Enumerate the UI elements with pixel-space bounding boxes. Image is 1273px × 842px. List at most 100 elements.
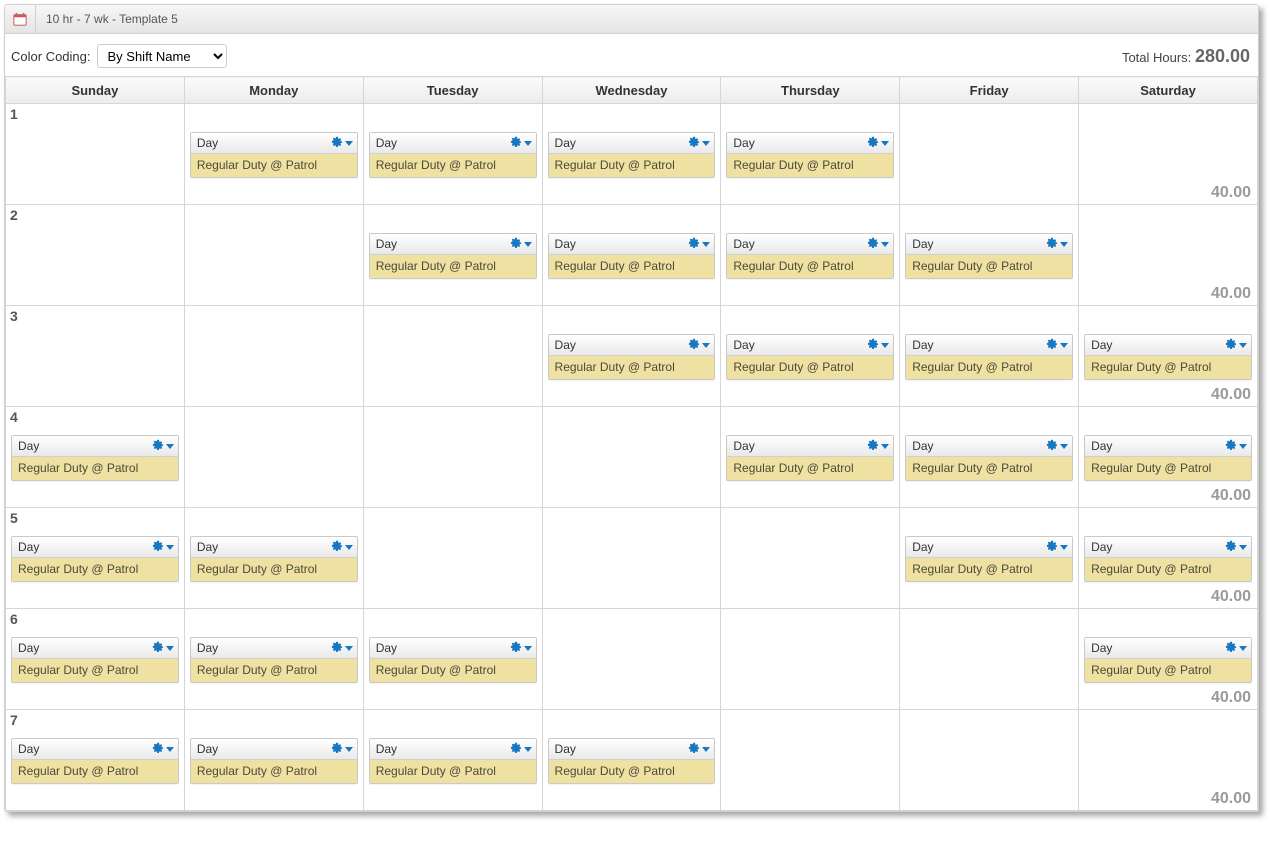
day-cell[interactable] <box>900 609 1079 710</box>
shift-menu-button[interactable] <box>331 742 353 757</box>
day-cell[interactable]: 5DayRegular Duty @ Patrol <box>6 508 185 609</box>
day-cell[interactable] <box>184 407 363 508</box>
color-coding-select[interactable]: By Shift Name <box>97 44 227 68</box>
day-cell[interactable] <box>542 508 721 609</box>
shift-card[interactable]: DayRegular Duty @ Patrol <box>726 435 894 481</box>
day-cell[interactable]: DayRegular Duty @ Patrol <box>721 104 900 205</box>
shift-card[interactable]: DayRegular Duty @ Patrol <box>369 637 537 683</box>
shift-card[interactable]: DayRegular Duty @ Patrol <box>905 536 1073 582</box>
day-cell[interactable]: 3 <box>6 306 185 407</box>
shift-menu-button[interactable] <box>1225 439 1247 454</box>
day-cell[interactable]: DayRegular Duty @ Patrol <box>184 710 363 811</box>
shift-card[interactable]: DayRegular Duty @ Patrol <box>190 536 358 582</box>
shift-card[interactable]: DayRegular Duty @ Patrol <box>548 233 716 279</box>
shift-card[interactable]: DayRegular Duty @ Patrol <box>11 637 179 683</box>
shift-card[interactable]: DayRegular Duty @ Patrol <box>905 233 1073 279</box>
day-cell[interactable]: DayRegular Duty @ Patrol <box>363 205 542 306</box>
shift-menu-button[interactable] <box>867 237 889 252</box>
shift-menu-button[interactable] <box>1046 237 1068 252</box>
shift-card[interactable]: DayRegular Duty @ Patrol <box>905 435 1073 481</box>
day-cell[interactable]: DayRegular Duty @ Patrol40.00 <box>1079 609 1258 710</box>
day-cell[interactable]: DayRegular Duty @ Patrol <box>184 104 363 205</box>
day-cell[interactable]: 7DayRegular Duty @ Patrol <box>6 710 185 811</box>
day-cell[interactable]: DayRegular Duty @ Patrol <box>721 205 900 306</box>
shift-menu-button[interactable] <box>152 641 174 656</box>
day-cell[interactable]: 1 <box>6 104 185 205</box>
shift-card[interactable]: DayRegular Duty @ Patrol <box>1084 536 1252 582</box>
shift-card[interactable]: DayRegular Duty @ Patrol <box>548 738 716 784</box>
day-cell[interactable] <box>184 306 363 407</box>
day-cell[interactable]: DayRegular Duty @ Patrol <box>363 104 542 205</box>
day-cell[interactable]: 40.00 <box>1079 104 1258 205</box>
shift-card[interactable]: DayRegular Duty @ Patrol <box>1084 334 1252 380</box>
day-cell[interactable] <box>900 710 1079 811</box>
shift-card[interactable]: DayRegular Duty @ Patrol <box>11 435 179 481</box>
shift-card[interactable]: DayRegular Duty @ Patrol <box>905 334 1073 380</box>
shift-menu-button[interactable] <box>331 641 353 656</box>
day-cell[interactable]: DayRegular Duty @ Patrol <box>900 205 1079 306</box>
day-cell[interactable]: DayRegular Duty @ Patrol <box>542 710 721 811</box>
shift-card[interactable]: DayRegular Duty @ Patrol <box>1084 435 1252 481</box>
day-cell[interactable]: DayRegular Duty @ Patrol <box>542 205 721 306</box>
day-cell[interactable] <box>721 609 900 710</box>
day-cell[interactable] <box>721 508 900 609</box>
shift-card[interactable]: DayRegular Duty @ Patrol <box>1084 637 1252 683</box>
shift-menu-button[interactable] <box>510 641 532 656</box>
shift-card[interactable]: DayRegular Duty @ Patrol <box>548 334 716 380</box>
day-cell[interactable]: DayRegular Duty @ Patrol <box>900 306 1079 407</box>
shift-card[interactable]: DayRegular Duty @ Patrol <box>726 132 894 178</box>
shift-menu-button[interactable] <box>1225 641 1247 656</box>
day-cell[interactable]: DayRegular Duty @ Patrol <box>363 710 542 811</box>
day-cell[interactable]: 4DayRegular Duty @ Patrol <box>6 407 185 508</box>
day-cell[interactable]: DayRegular Duty @ Patrol <box>542 104 721 205</box>
day-cell[interactable]: DayRegular Duty @ Patrol <box>721 306 900 407</box>
shift-menu-button[interactable] <box>1046 439 1068 454</box>
day-cell[interactable]: DayRegular Duty @ Patrol <box>363 609 542 710</box>
shift-menu-button[interactable] <box>510 742 532 757</box>
day-cell[interactable]: 2 <box>6 205 185 306</box>
shift-card[interactable]: DayRegular Duty @ Patrol <box>726 233 894 279</box>
shift-menu-button[interactable] <box>1225 540 1247 555</box>
shift-menu-button[interactable] <box>152 540 174 555</box>
day-cell[interactable] <box>721 710 900 811</box>
shift-card[interactable]: DayRegular Duty @ Patrol <box>190 132 358 178</box>
day-cell[interactable]: DayRegular Duty @ Patrol <box>900 508 1079 609</box>
day-cell[interactable]: DayRegular Duty @ Patrol40.00 <box>1079 508 1258 609</box>
shift-card[interactable]: DayRegular Duty @ Patrol <box>11 536 179 582</box>
shift-card[interactable]: DayRegular Duty @ Patrol <box>726 334 894 380</box>
day-cell[interactable]: DayRegular Duty @ Patrol40.00 <box>1079 306 1258 407</box>
day-cell[interactable] <box>363 306 542 407</box>
shift-menu-button[interactable] <box>688 136 710 151</box>
day-cell[interactable]: 40.00 <box>1079 710 1258 811</box>
shift-card[interactable]: DayRegular Duty @ Patrol <box>369 233 537 279</box>
shift-menu-button[interactable] <box>688 742 710 757</box>
shift-menu-button[interactable] <box>867 136 889 151</box>
day-cell[interactable] <box>542 609 721 710</box>
day-cell[interactable] <box>363 508 542 609</box>
shift-menu-button[interactable] <box>331 540 353 555</box>
day-cell[interactable]: DayRegular Duty @ Patrol <box>721 407 900 508</box>
shift-card[interactable]: DayRegular Duty @ Patrol <box>369 132 537 178</box>
shift-card[interactable]: DayRegular Duty @ Patrol <box>190 637 358 683</box>
shift-card[interactable]: DayRegular Duty @ Patrol <box>369 738 537 784</box>
shift-menu-button[interactable] <box>688 237 710 252</box>
shift-menu-button[interactable] <box>1046 540 1068 555</box>
day-cell[interactable] <box>363 407 542 508</box>
shift-menu-button[interactable] <box>1225 338 1247 353</box>
day-cell[interactable]: DayRegular Duty @ Patrol40.00 <box>1079 407 1258 508</box>
shift-menu-button[interactable] <box>331 136 353 151</box>
day-cell[interactable]: 40.00 <box>1079 205 1258 306</box>
shift-menu-button[interactable] <box>510 237 532 252</box>
shift-menu-button[interactable] <box>510 136 532 151</box>
shift-menu-button[interactable] <box>152 439 174 454</box>
shift-menu-button[interactable] <box>152 742 174 757</box>
day-cell[interactable] <box>184 205 363 306</box>
shift-menu-button[interactable] <box>1046 338 1068 353</box>
shift-card[interactable]: DayRegular Duty @ Patrol <box>11 738 179 784</box>
shift-menu-button[interactable] <box>867 338 889 353</box>
day-cell[interactable] <box>542 407 721 508</box>
shift-card[interactable]: DayRegular Duty @ Patrol <box>548 132 716 178</box>
shift-menu-button[interactable] <box>688 338 710 353</box>
shift-menu-button[interactable] <box>867 439 889 454</box>
day-cell[interactable]: DayRegular Duty @ Patrol <box>542 306 721 407</box>
